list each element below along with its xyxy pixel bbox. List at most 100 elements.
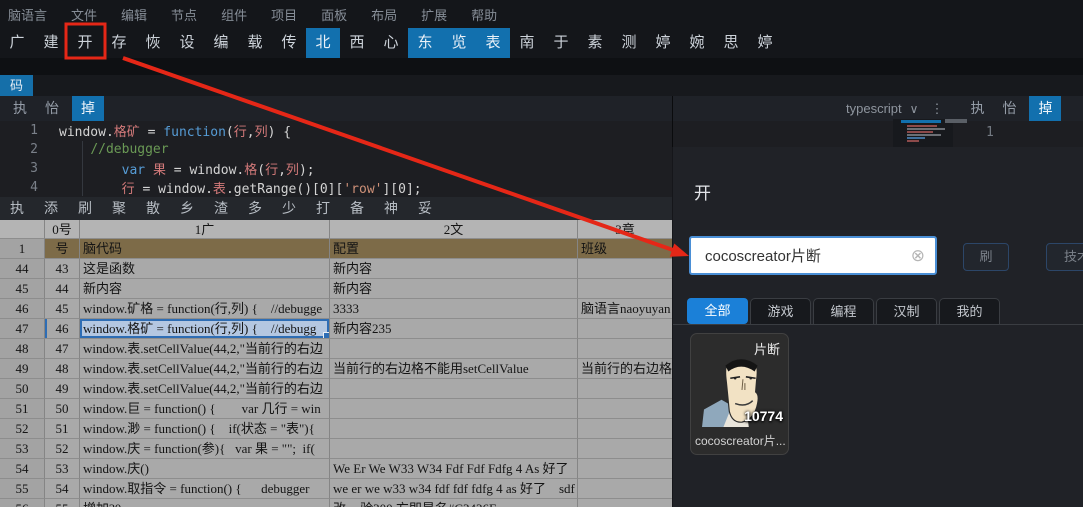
more-options-icon[interactable]: ⋮ xyxy=(930,101,943,117)
menu-item[interactable]: 帮助 xyxy=(471,5,497,24)
table-cell[interactable]: window.格矿 = function(行,列) { //debugg xyxy=(80,319,330,339)
table-cell[interactable]: 53 xyxy=(45,459,80,479)
menu-item[interactable]: 节点 xyxy=(171,5,197,24)
category-tab[interactable]: 编程 xyxy=(813,298,874,324)
table-toolbar-button[interactable]: 妥 xyxy=(408,197,442,220)
toolbar-button[interactable]: 传 xyxy=(272,28,306,58)
table-cell[interactable]: 49 xyxy=(45,379,80,399)
row-number-cell[interactable]: 44 xyxy=(0,259,45,279)
category-tab[interactable]: 我的 xyxy=(939,298,1000,324)
table-cell[interactable]: 52 xyxy=(45,439,80,459)
table-toolbar-button[interactable]: 神 xyxy=(374,197,408,220)
table-toolbar-button[interactable]: 聚 xyxy=(102,197,136,220)
toolbar-button[interactable]: 东 xyxy=(408,28,442,58)
toolbar-button[interactable]: 南 xyxy=(510,28,544,58)
table-toolbar-button[interactable]: 散 xyxy=(136,197,170,220)
column-header[interactable]: 3章 xyxy=(578,220,672,239)
table-cell[interactable]: window.渺 = function() { if(状态 = "表"){ xyxy=(80,419,330,439)
row-number-cell[interactable]: 45 xyxy=(0,279,45,299)
menu-item[interactable]: 项目 xyxy=(271,5,297,24)
table-cell[interactable] xyxy=(330,379,578,399)
row-number-cell[interactable]: 49 xyxy=(0,359,45,379)
menu-item[interactable]: 布局 xyxy=(371,5,397,24)
toolbar-button[interactable]: 编 xyxy=(204,28,238,58)
pane-tab[interactable]: 执 xyxy=(965,96,989,121)
table-cell[interactable]: 50 xyxy=(45,399,80,419)
table-cell[interactable] xyxy=(330,399,578,419)
row-number-cell[interactable]: 56 xyxy=(0,499,45,507)
table-cell[interactable]: 3333 xyxy=(330,299,578,319)
row-number-cell[interactable]: 47 xyxy=(0,319,45,339)
table-toolbar-button[interactable]: 添 xyxy=(34,197,68,220)
table-cell[interactable]: 当前行的右边格不能用setCellValue xyxy=(330,359,578,379)
table-cell[interactable] xyxy=(578,419,672,439)
tab-code-file[interactable]: 码 xyxy=(0,75,33,96)
table-cell[interactable] xyxy=(578,279,672,299)
table-toolbar-button[interactable]: 多 xyxy=(238,197,272,220)
table-cell[interactable] xyxy=(578,479,672,499)
editor-pane-divider[interactable] xyxy=(672,96,673,147)
toolbar-button[interactable]: 览 xyxy=(442,28,476,58)
toolbar-button[interactable]: 西 xyxy=(340,28,374,58)
table-cell[interactable]: We Er We W33 W34 Fdf Fdf Fdfg 4 As 好了 xyxy=(330,459,578,479)
row-number-cell[interactable]: 48 xyxy=(0,339,45,359)
row-number-cell[interactable]: 50 xyxy=(0,379,45,399)
minimap-scrollbar[interactable] xyxy=(945,119,967,123)
menu-item[interactable]: 编辑 xyxy=(121,5,147,24)
toolbar-button[interactable]: 婉 xyxy=(680,28,714,58)
table-cell[interactable]: window.表.setCellValue(44,2,"当前行的右边 xyxy=(80,339,330,359)
row-number-cell[interactable]: 54 xyxy=(0,459,45,479)
table-cell[interactable]: 43 xyxy=(45,259,80,279)
table-cell[interactable]: 44 xyxy=(45,279,80,299)
table-cell[interactable]: window.庆 = function(参){ var 果 = ""; if( xyxy=(80,439,330,459)
table-cell[interactable] xyxy=(330,439,578,459)
menu-item[interactable]: 脑语言 xyxy=(8,5,47,24)
table-cell[interactable]: window.表.setCellValue(44,2,"当前行的右边 xyxy=(80,379,330,399)
toolbar-button[interactable]: 测 xyxy=(612,28,646,58)
table-cell[interactable] xyxy=(578,439,672,459)
table-corner-cell[interactable] xyxy=(0,220,45,239)
tech-button[interactable]: 技术 xyxy=(1046,243,1083,271)
row-number-cell[interactable]: 55 xyxy=(0,479,45,499)
clear-search-icon[interactable]: ⊗ xyxy=(911,247,925,264)
table-cell[interactable]: 新内容 xyxy=(80,279,330,299)
language-mode-selector[interactable]: typescript xyxy=(846,101,902,116)
table-toolbar-button[interactable]: 渣 xyxy=(204,197,238,220)
column-header[interactable]: 1广 xyxy=(80,220,330,239)
table-cell[interactable]: window.取指令 = function() { debugger xyxy=(80,479,330,499)
table-cell[interactable]: 51 xyxy=(45,419,80,439)
table-cell[interactable]: window.表.setCellValue(44,2,"当前行的右边 xyxy=(80,359,330,379)
table-cell[interactable]: 54 xyxy=(45,479,80,499)
table-cell[interactable]: 48 xyxy=(45,359,80,379)
table-cell[interactable]: 增加?0 xyxy=(80,499,330,507)
table-toolbar-button[interactable]: 少 xyxy=(272,197,306,220)
toolbar-button[interactable]: 表 xyxy=(476,28,510,58)
table-toolbar-button[interactable]: 乡 xyxy=(170,197,204,220)
table-cell[interactable]: 46 xyxy=(45,319,80,339)
chevron-down-icon[interactable]: ∨ xyxy=(910,102,919,116)
table-toolbar-button[interactable]: 打 xyxy=(306,197,340,220)
table-cell[interactable] xyxy=(330,339,578,359)
table-cell[interactable]: window.矿格 = function(行,列) { //debugge xyxy=(80,299,330,319)
table-cell[interactable]: 45 xyxy=(45,299,80,319)
toolbar-button[interactable]: 婷 xyxy=(748,28,782,58)
menu-item[interactable]: 组件 xyxy=(221,5,247,24)
snippet-card[interactable]: 片断 10774 cocoscreator片... xyxy=(690,333,789,455)
table-cell[interactable]: 47 xyxy=(45,339,80,359)
toolbar-button[interactable]: 于 xyxy=(544,28,578,58)
pane-tab[interactable]: 执 xyxy=(8,96,32,121)
toolbar-button[interactable]: 设 xyxy=(170,28,204,58)
category-tab[interactable]: 游戏 xyxy=(750,298,811,324)
toolbar-button[interactable]: 恢 xyxy=(136,28,170,58)
table-cell[interactable]: 新内容 xyxy=(330,259,578,279)
table-cell[interactable]: 配置 xyxy=(330,239,578,259)
table-toolbar-button[interactable]: 执 xyxy=(0,197,34,220)
table-cell[interactable] xyxy=(578,459,672,479)
column-header[interactable]: 0号 xyxy=(45,220,80,239)
menu-item[interactable]: 面板 xyxy=(321,5,347,24)
toolbar-button[interactable]: 心 xyxy=(374,28,408,58)
refresh-button[interactable]: 刷 xyxy=(963,243,1009,271)
table-cell[interactable] xyxy=(330,419,578,439)
search-input[interactable] xyxy=(691,247,911,264)
table-cell[interactable]: 55 xyxy=(45,499,80,507)
